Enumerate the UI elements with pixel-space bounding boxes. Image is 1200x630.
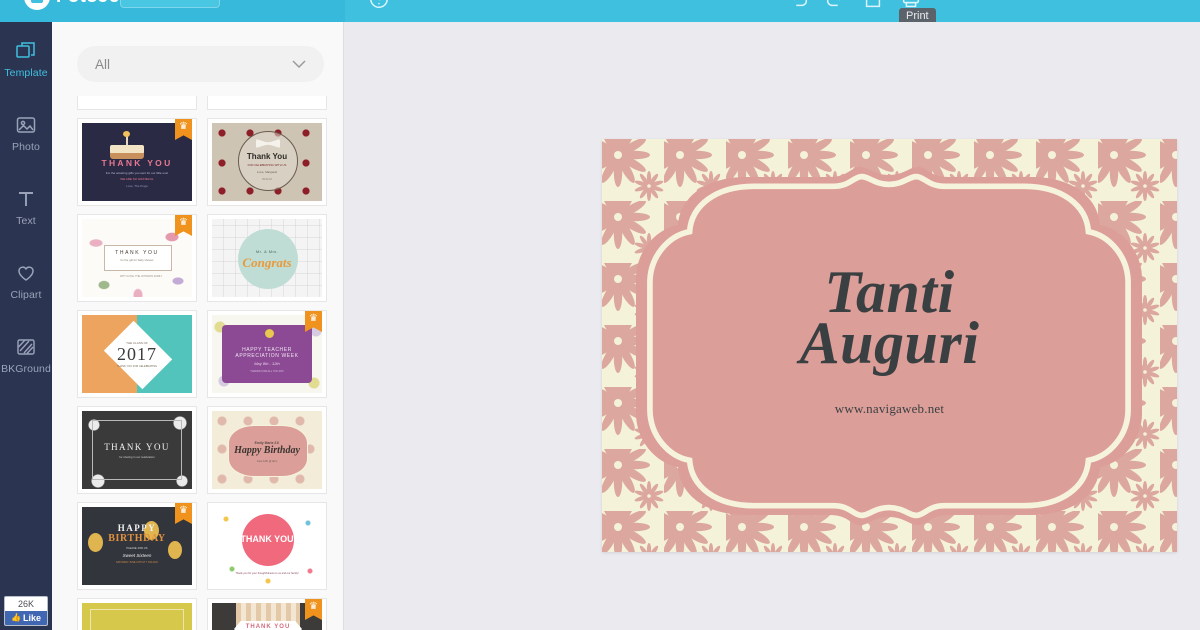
template-title: THANK YOU: [245, 624, 291, 630]
template-thumbnail[interactable]: THANK YOU for sharing in our celebration: [77, 406, 197, 494]
logo-mark-icon: [24, 0, 50, 10]
template-thumbnail[interactable]: THE CLASS OF 2017 THANK YOU FOR CELEBRAT…: [77, 310, 197, 398]
template-thumbnail[interactable]: ♛ HAPPY TEACHER APPRECIATION WEEK May 8t…: [207, 310, 327, 398]
canvas-workspace[interactable]: Tanti Auguri www.navigaweb.net: [344, 22, 1200, 630]
sidebar-item-label: BKGround: [1, 363, 51, 375]
help-icon[interactable]: [368, 0, 390, 10]
template-title: THANK YOU: [101, 158, 173, 168]
top-bar: FotoJet Print: [0, 0, 1200, 22]
template-title: THANK YOU: [240, 534, 294, 545]
sidebar-item-label: Photo: [12, 141, 40, 153]
template-thumbnail[interactable]: ♛ THANK YOU For the amazing gifts you se…: [77, 118, 197, 206]
floral-happy-birthday-art: Emily Marie 21! Happy Birthday June 12th…: [212, 411, 322, 489]
facebook-like-label: Like: [22, 613, 41, 623]
undo-icon[interactable]: [788, 0, 810, 10]
template-thumbnail[interactable]: ♛ THANK YOU: [207, 598, 327, 630]
facebook-like-widget[interactable]: 26K 👍 Like: [4, 596, 48, 626]
floral-sprig-art: WITH DEEP APPRECIATION & LOVE: [82, 96, 192, 105]
template-title: THANK YOU: [115, 250, 159, 256]
template-panel: All WITH DEEP APPRECIATION & LOVE: [52, 22, 344, 630]
template-thumbnail[interactable]: WITH DEEP APPRECIATION & LOVE: [77, 96, 197, 110]
card-artwork: [602, 139, 1177, 552]
template-title: Happy Birthday: [234, 445, 300, 457]
template-thumbnail[interactable]: Happy ANNIVERSARY: [77, 598, 197, 630]
template-subtitle: THANK YOU FOR CELEBRATING: [116, 364, 158, 368]
template-icon: [16, 42, 35, 58]
sidebar-item-label: Clipart: [10, 289, 42, 301]
chevron-down-icon: [292, 60, 306, 68]
mr-mrs-congrats-art: Mr. & Mrs. Congrats: [212, 219, 322, 297]
template-thumbnail[interactable]: ♛ HAPPY BIRTHDAY PLEASE JOIN US Sweet Si…: [77, 502, 197, 590]
orange-band-art: [212, 96, 322, 105]
template-subtitle: Mr. & Mrs.: [255, 249, 279, 254]
print-tooltip: Print: [899, 8, 936, 22]
sidebar-item-label: Template: [4, 67, 48, 79]
template-thumbnail[interactable]: Mr. & Mrs. Congrats: [207, 214, 327, 302]
facebook-like-button[interactable]: 👍 Like: [5, 611, 47, 625]
left-sidebar: Template Photo Text Clipart BKGround 26K…: [0, 22, 61, 630]
photo-icon: [16, 117, 36, 133]
graduation-2017-art: THE CLASS OF 2017 THANK YOU FOR CELEBRAT…: [82, 315, 192, 393]
brand-name: FotoJet: [56, 0, 126, 8]
text-icon: [19, 192, 33, 206]
template-subtitle: APPRECIATION WEEK: [235, 353, 299, 359]
template-subtitle: FOR CELEBRATING WITH US: [247, 162, 287, 167]
app-logo[interactable]: FotoJet: [24, 0, 126, 10]
sidebar-item-text[interactable]: Text: [0, 170, 52, 244]
bowtie-thank-you-art: Thank You FOR CELEBRATING WITH US Love, …: [212, 123, 322, 201]
redo-icon[interactable]: [824, 0, 846, 10]
template-thumbnail-grid[interactable]: WITH DEEP APPRECIATION & LOVE ♛: [77, 96, 327, 630]
template-subtitle: for sharing in our celebration: [119, 454, 155, 459]
template-title: THANK YOU: [104, 441, 170, 452]
app-root: FotoJet Print: [0, 0, 1200, 630]
clipart-heart-icon: [18, 266, 34, 281]
sidebar-item-label: Text: [16, 215, 36, 227]
template-thumbnail[interactable]: ♛ THANK YOU for the gift for baby shower…: [77, 214, 197, 302]
category-filter-value: All: [95, 56, 111, 72]
template-thumbnail[interactable]: THANK YOU Thank you for your thoughtfuln…: [207, 502, 327, 590]
template-title: 2017: [117, 343, 157, 364]
sidebar-item-clipart[interactable]: Clipart: [0, 244, 52, 318]
template-title: Thank You: [246, 151, 288, 161]
template-title: Congrats: [242, 255, 292, 270]
facebook-like-count: 26K: [5, 597, 47, 611]
project-title-input[interactable]: [120, 0, 220, 8]
tanti-auguri-card[interactable]: Tanti Auguri www.navigaweb.net: [602, 139, 1177, 552]
sidebar-item-bkground[interactable]: BKGround: [0, 318, 52, 392]
template-thumbnail[interactable]: Thank You FOR CELEBRATING WITH US Love, …: [207, 118, 327, 206]
sidebar-item-photo[interactable]: Photo: [0, 96, 52, 170]
background-hatch-icon: [17, 339, 35, 355]
category-filter-select[interactable]: All: [77, 46, 324, 82]
template-thumbnail[interactable]: [207, 96, 327, 110]
template-thumbnail[interactable]: Emily Marie 21! Happy Birthday June 12th…: [207, 406, 327, 494]
thumbs-up-icon: 👍: [11, 613, 21, 622]
template-subtitle: Sweet Sixteen: [122, 552, 152, 558]
chalkboard-thank-you-art: THANK YOU for sharing in our celebration: [82, 411, 192, 489]
sidebar-item-template[interactable]: Template: [0, 22, 61, 96]
circle-thank-you-art: THANK YOU Thank you for your thoughtfuln…: [212, 507, 322, 585]
save-icon[interactable]: [862, 0, 884, 10]
happy-anniversary-art: Happy ANNIVERSARY: [82, 603, 192, 630]
template-subtitle: for the gift for baby shower: [120, 258, 154, 262]
